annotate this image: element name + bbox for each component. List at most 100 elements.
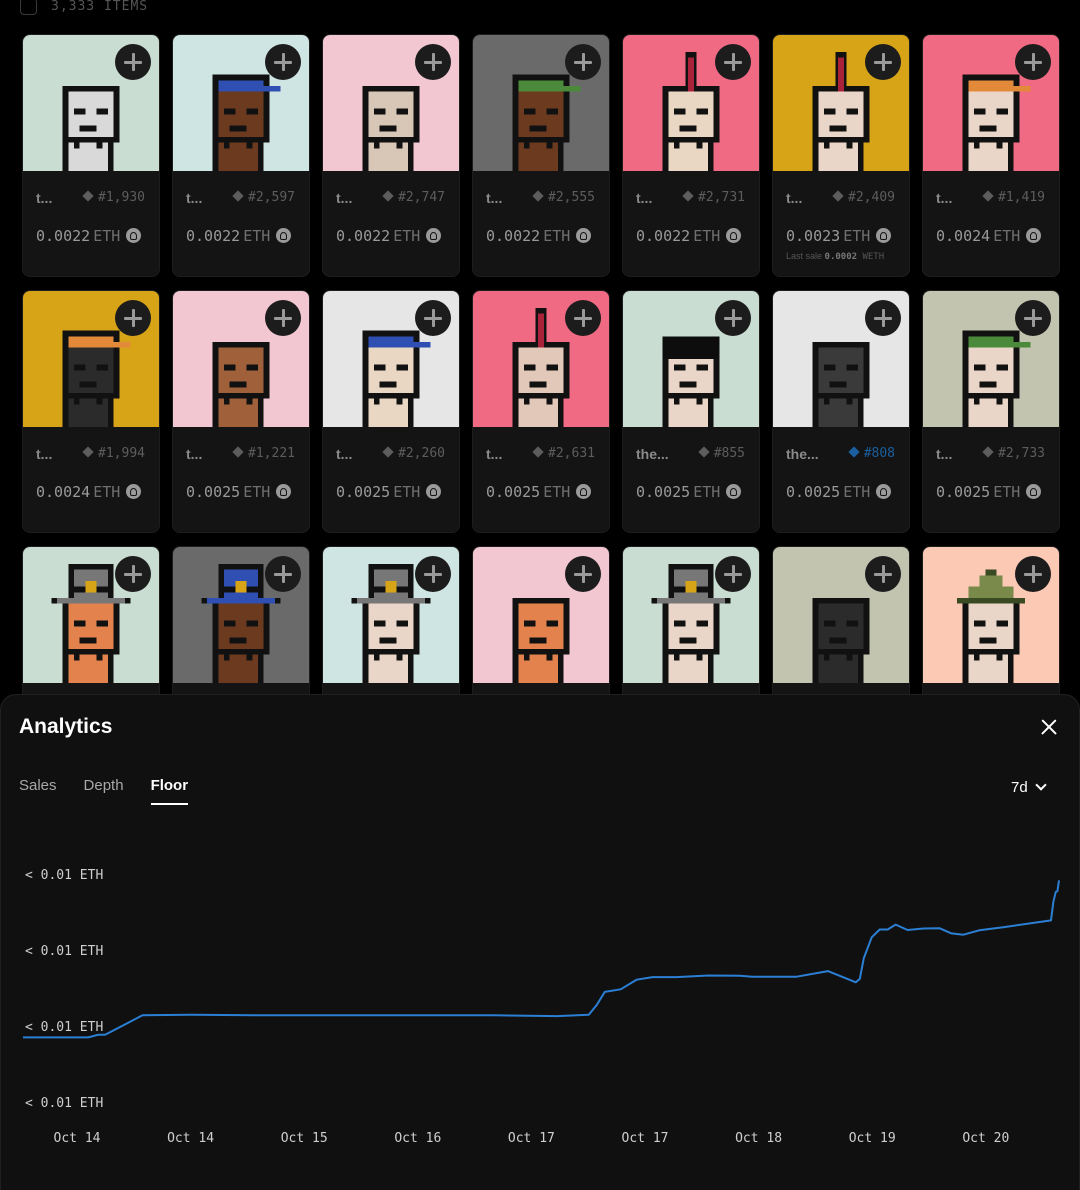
nft-price: 0.0025 ETH bbox=[636, 483, 742, 501]
diamond-icon bbox=[232, 190, 244, 202]
add-to-cart-button[interactable] bbox=[415, 44, 451, 80]
diamond-icon bbox=[382, 190, 394, 202]
add-to-cart-button[interactable] bbox=[715, 300, 751, 336]
nft-token-id: #2,409 bbox=[832, 190, 895, 205]
x-axis-label: Oct 14 bbox=[167, 1131, 214, 1146]
nft-card[interactable]: t... #2,731 0.0022 ETH bbox=[622, 34, 760, 277]
nft-name: the... bbox=[636, 446, 669, 462]
tab-sales[interactable]: Sales bbox=[19, 777, 57, 805]
add-to-cart-button[interactable] bbox=[115, 300, 151, 336]
nft-price: 0.0022 ETH bbox=[36, 227, 142, 245]
diamond-icon bbox=[682, 190, 694, 202]
nft-token-id: #1,994 bbox=[82, 446, 145, 461]
x-axis-label: Oct 16 bbox=[394, 1131, 441, 1146]
tab-depth[interactable]: Depth bbox=[84, 777, 124, 805]
add-to-cart-button[interactable] bbox=[865, 300, 901, 336]
marketplace-icon bbox=[1026, 228, 1042, 243]
add-to-cart-button[interactable] bbox=[265, 556, 301, 592]
marketplace-icon bbox=[126, 484, 142, 499]
add-to-cart-button[interactable] bbox=[565, 556, 601, 592]
chevron-down-icon bbox=[1035, 779, 1047, 791]
nft-token-id: #855 bbox=[698, 446, 745, 461]
diamond-icon bbox=[982, 190, 994, 202]
close-icon[interactable] bbox=[1037, 715, 1061, 739]
nft-price: 0.0022 ETH bbox=[486, 227, 592, 245]
nft-name: t... bbox=[336, 446, 353, 462]
add-to-cart-button[interactable] bbox=[1015, 300, 1051, 336]
x-axis-label: Oct 18 bbox=[735, 1131, 782, 1146]
nft-price: 0.0025 ETH bbox=[486, 483, 592, 501]
add-to-cart-button[interactable] bbox=[265, 44, 301, 80]
nft-token-id: #2,260 bbox=[382, 446, 445, 461]
nft-card[interactable]: t... #2,631 0.0025 ETH bbox=[472, 290, 610, 533]
diamond-icon bbox=[832, 190, 844, 202]
nft-name: t... bbox=[486, 190, 503, 206]
nft-token-id: #2,597 bbox=[232, 190, 295, 205]
diamond-icon bbox=[82, 190, 94, 202]
nft-name: t... bbox=[186, 446, 203, 462]
analytics-tabs: Sales Depth Floor bbox=[19, 777, 188, 805]
nft-token-id: #2,733 bbox=[982, 446, 1045, 461]
nft-name: the... bbox=[786, 446, 819, 462]
time-range-select[interactable]: 7d bbox=[1011, 779, 1047, 796]
nft-card[interactable]: t... #2,409 0.0023 ETH Last sale 0.0002 WETH bbox=[772, 34, 910, 277]
nft-name: t... bbox=[786, 190, 803, 206]
nft-card[interactable]: t... #2,747 0.0022 ETH bbox=[322, 34, 460, 277]
add-to-cart-button[interactable] bbox=[415, 300, 451, 336]
nft-token-id: #808 bbox=[848, 446, 895, 461]
nft-name: t... bbox=[36, 190, 53, 206]
y-axis-label: < 0.01 ETH bbox=[25, 868, 103, 883]
nft-price: 0.0025 ETH bbox=[786, 483, 892, 501]
diamond-icon bbox=[532, 446, 544, 458]
nft-token-id: #1,419 bbox=[982, 190, 1045, 205]
x-axis-label: Oct 15 bbox=[281, 1131, 328, 1146]
nft-card[interactable]: the... #808 0.0025 ETH bbox=[772, 290, 910, 533]
last-sale: Last sale 0.0002 WETH bbox=[786, 251, 885, 262]
nft-card[interactable]: t... #2,733 0.0025 ETH bbox=[922, 290, 1060, 533]
marketplace-icon bbox=[576, 228, 592, 243]
nft-name: t... bbox=[936, 446, 953, 462]
analytics-sheet: Analytics Sales Depth Floor 7d < 0.01 ET… bbox=[0, 694, 1080, 1190]
y-axis-label: < 0.01 ETH bbox=[25, 1096, 103, 1111]
add-to-cart-button[interactable] bbox=[715, 556, 751, 592]
floor-price-chart: < 0.01 ETH < 0.01 ETH < 0.01 ETH < 0.01 ETH… bbox=[23, 868, 1060, 1146]
nft-card[interactable]: t... #2,260 0.0025 ETH bbox=[322, 290, 460, 533]
nft-name: t... bbox=[186, 190, 203, 206]
add-to-cart-button[interactable] bbox=[1015, 44, 1051, 80]
nft-card[interactable]: t... #2,555 0.0022 ETH bbox=[472, 34, 610, 277]
marketplace-icon bbox=[426, 484, 442, 499]
nft-card[interactable]: t... #1,994 0.0024 ETH bbox=[22, 290, 160, 533]
add-to-cart-button[interactable] bbox=[565, 44, 601, 80]
select-all-checkbox[interactable] bbox=[20, 0, 37, 15]
add-to-cart-button[interactable] bbox=[115, 44, 151, 80]
nft-card[interactable]: t... #1,221 0.0025 ETH bbox=[172, 290, 310, 533]
nft-price: 0.0022 ETH bbox=[636, 227, 742, 245]
nft-card[interactable]: t... #1,419 0.0024 ETH bbox=[922, 34, 1060, 277]
diamond-icon bbox=[698, 446, 710, 458]
nft-card[interactable]: t... #2,597 0.0022 ETH bbox=[172, 34, 310, 277]
add-to-cart-button[interactable] bbox=[865, 44, 901, 80]
nft-name: t... bbox=[486, 446, 503, 462]
nft-card[interactable]: the... #855 0.0025 ETH bbox=[622, 290, 760, 533]
add-to-cart-button[interactable] bbox=[1015, 556, 1051, 592]
add-to-cart-button[interactable] bbox=[115, 556, 151, 592]
nft-price: 0.0025 ETH bbox=[186, 483, 292, 501]
y-axis-label: < 0.01 ETH bbox=[25, 944, 103, 959]
y-axis-label: < 0.01 ETH bbox=[25, 1020, 103, 1035]
nft-price: 0.0025 ETH bbox=[936, 483, 1042, 501]
tab-floor[interactable]: Floor bbox=[150, 777, 188, 805]
items-count: 3,333 ITEMS bbox=[51, 0, 149, 14]
nft-price: 0.0023 ETH bbox=[786, 227, 892, 245]
nft-token-id: #1,930 bbox=[82, 190, 145, 205]
nft-price: 0.0024 ETH bbox=[936, 227, 1042, 245]
nft-token-id: #2,747 bbox=[382, 190, 445, 205]
nft-card[interactable]: t... #1,930 0.0022 ETH bbox=[22, 34, 160, 277]
nft-name: t... bbox=[936, 190, 953, 206]
add-to-cart-button[interactable] bbox=[415, 556, 451, 592]
add-to-cart-button[interactable] bbox=[865, 556, 901, 592]
nft-name: t... bbox=[36, 446, 53, 462]
add-to-cart-button[interactable] bbox=[715, 44, 751, 80]
add-to-cart-button[interactable] bbox=[265, 300, 301, 336]
add-to-cart-button[interactable] bbox=[565, 300, 601, 336]
marketplace-icon bbox=[876, 228, 892, 243]
